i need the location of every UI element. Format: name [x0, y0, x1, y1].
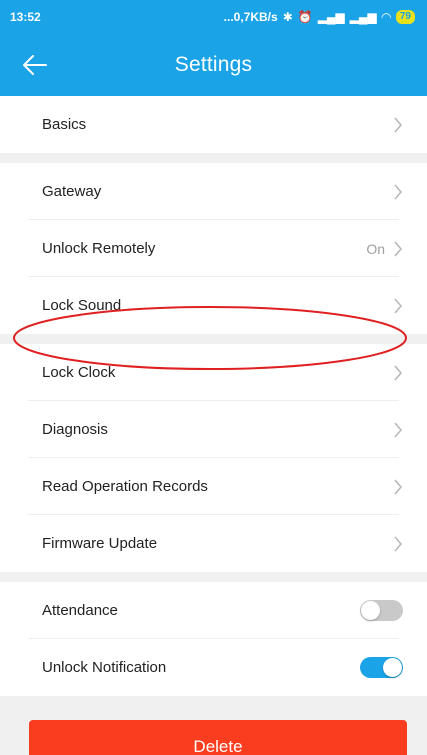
- row-label: Attendance: [42, 602, 118, 619]
- chevron-right-icon: [394, 422, 402, 437]
- section-divider: [0, 153, 427, 163]
- chevron-right-icon: [394, 184, 402, 199]
- row-label: Unlock Remotely: [42, 240, 156, 257]
- signal-icon: ▂▄▆: [317, 10, 345, 24]
- settings-row-read-operation-records[interactable]: Read Operation Records: [0, 458, 427, 515]
- chevron-right-icon: [394, 479, 402, 494]
- row-label: Lock Clock: [42, 364, 116, 381]
- row-value: On: [366, 240, 385, 257]
- wifi-icon: ◠: [381, 10, 391, 24]
- status-icons: ...0,7KB/s ✱ ⏰ ▂▄▆ ▂▄▆ ◠ 79: [224, 10, 415, 24]
- row-label: Unlock Notification: [42, 659, 167, 676]
- alarm-icon: ⏰: [297, 10, 313, 24]
- row-label: Basics: [42, 116, 87, 133]
- delete-button[interactable]: Delete: [29, 720, 407, 755]
- settings-section-connectivity: Gateway Unlock Remotely On Lock Sound: [0, 163, 427, 334]
- row-label: Gateway: [42, 183, 102, 200]
- settings-row-lock-sound[interactable]: Lock Sound: [0, 277, 427, 334]
- toggle-knob: [361, 601, 380, 620]
- chevron-right-icon: [394, 536, 402, 551]
- chevron-right-icon: [394, 298, 402, 313]
- battery-indicator: 79: [395, 10, 415, 24]
- settings-row-basics[interactable]: Basics: [0, 96, 427, 153]
- unlock-notification-toggle[interactable]: [360, 657, 403, 678]
- top-bar: 13:52 ...0,7KB/s ✱ ⏰ ▂▄▆ ▂▄▆ ◠ 79 Settin…: [0, 0, 427, 96]
- settings-row-diagnosis[interactable]: Diagnosis: [0, 401, 427, 458]
- attendance-toggle[interactable]: [360, 600, 403, 621]
- arrow-left-icon: [23, 55, 47, 75]
- bottom-area: Delete: [0, 696, 427, 755]
- chevron-right-icon: [394, 117, 402, 132]
- toggle-knob: [383, 658, 402, 677]
- settings-row-unlock-remotely[interactable]: Unlock Remotely On: [0, 220, 427, 277]
- page-title: Settings: [174, 53, 253, 76]
- title-bar: Settings: [0, 34, 427, 96]
- chevron-right-icon: [394, 241, 402, 256]
- section-divider: [0, 334, 427, 344]
- settings-section-toggles: Attendance Unlock Notification: [0, 582, 427, 696]
- row-label: Firmware Update: [42, 535, 158, 552]
- chevron-right-icon: [394, 365, 402, 380]
- network-speed: ...0,7KB/s: [223, 10, 278, 24]
- row-label: Diagnosis: [42, 421, 108, 438]
- row-label: Read Operation Records: [42, 478, 208, 495]
- settings-row-lock-clock[interactable]: Lock Clock: [0, 344, 427, 401]
- signal-icon-2: ▂▄▆: [349, 10, 377, 24]
- settings-section-basics: Basics: [0, 96, 427, 153]
- settings-row-gateway[interactable]: Gateway: [0, 163, 427, 220]
- settings-row-unlock-notification: Unlock Notification: [0, 639, 427, 696]
- settings-list: Basics Gateway Unlock Remotely On Lock S…: [0, 96, 427, 696]
- status-time: 13:52: [10, 10, 41, 24]
- section-divider: [0, 572, 427, 582]
- bluetooth-icon: ✱: [282, 10, 293, 24]
- back-button[interactable]: [20, 50, 50, 80]
- settings-row-attendance: Attendance: [0, 582, 427, 639]
- row-label: Lock Sound: [42, 297, 122, 314]
- settings-section-lock: Lock Clock Diagnosis Read Operation Reco…: [0, 344, 427, 572]
- settings-row-firmware-update[interactable]: Firmware Update: [0, 515, 427, 572]
- status-bar: 13:52 ...0,7KB/s ✱ ⏰ ▂▄▆ ▂▄▆ ◠ 79: [0, 0, 427, 34]
